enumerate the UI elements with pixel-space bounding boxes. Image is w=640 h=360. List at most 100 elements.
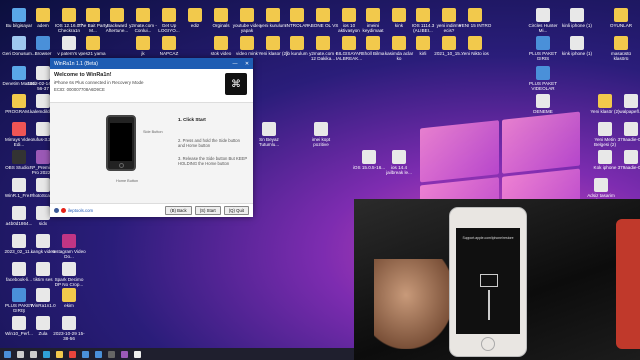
store-icon[interactable] xyxy=(82,350,89,358)
desktop-icon[interactable]: PLUS PAKET VIDEOLAR xyxy=(526,66,560,91)
desktop-icon-label: 379aadie-0... xyxy=(617,137,640,142)
search-icon[interactable] xyxy=(17,350,24,358)
desktop-icon[interactable]: imei kopt pozitive xyxy=(304,122,338,147)
desktop-icon-label: Spark Decimo DP No Crop... xyxy=(54,277,84,288)
desktop-icon[interactable]: PLUS PAKET GIRIS xyxy=(526,36,560,61)
winra1n-window: WinRa1n 1.1 (Beta) — ✕ Welcome to WinRa1… xyxy=(50,58,253,217)
desktop-icon[interactable]: masaüstü klasörü xyxy=(604,36,638,61)
desktop-icon-glyph xyxy=(536,36,550,50)
desktop-icon[interactable]: NAPCAZ xyxy=(152,36,186,56)
desktop-icon-glyph xyxy=(36,288,50,302)
edge-icon[interactable] xyxy=(43,350,50,358)
desktop-icon-glyph xyxy=(290,8,304,22)
desktop-icon[interactable]: Instagram Video Do... xyxy=(52,234,86,259)
desktop-icon-label: ios 14.4 jailbreak le... xyxy=(386,165,412,176)
camera-overlay: Support.apple.com/iphone/restore xyxy=(354,199,640,360)
desktop-icon-glyph xyxy=(62,8,76,22)
desktop-icon-glyph xyxy=(392,36,406,50)
red-phone-image xyxy=(616,219,640,349)
desktop-icon-glyph xyxy=(162,36,176,50)
facebook-icon[interactable] xyxy=(54,208,59,213)
desktop-icon-glyph xyxy=(362,150,376,164)
desktop-icon-glyph xyxy=(62,262,76,276)
back-button[interactable]: (B) Back xyxy=(165,206,192,215)
desktop-icon-glyph xyxy=(86,8,100,22)
minimize-button[interactable]: — xyxy=(229,61,241,67)
desktop-icon-glyph xyxy=(468,36,482,50)
desktop-icon-glyph xyxy=(316,8,330,22)
desktop-icon-glyph xyxy=(366,36,380,50)
desktop-icon-label: 379aadie-0... xyxy=(617,165,640,170)
app-header: Welcome to WinRa1n! iPhone 6s Plus conne… xyxy=(50,69,253,103)
desktop-icon-glyph xyxy=(12,206,26,220)
desktop-icon[interactable]: ekim xyxy=(52,288,86,308)
desktop-icon-label: kink iphone (1) xyxy=(561,51,593,56)
desktop-icon-glyph xyxy=(416,8,430,22)
taskbar xyxy=(0,348,354,360)
desktop-icon-glyph xyxy=(290,36,304,50)
desktop-icon-glyph xyxy=(86,36,100,50)
desktop-icon[interactable]: YENI 15 INTRO xyxy=(458,8,492,28)
desktop-icon-glyph xyxy=(36,66,50,80)
desktop-icon[interactable]: DENEME xyxy=(526,94,560,114)
desktop-icon-glyph xyxy=(12,122,26,136)
desktop-icon[interactable]: 379aadie-0... xyxy=(614,122,640,142)
desktop-icon-glyph xyxy=(62,288,76,302)
title-bar[interactable]: WinRa1n 1.1 (Beta) — ✕ xyxy=(50,58,253,69)
desktop-icon[interactable]: Circles Hunter Mi... xyxy=(526,8,560,33)
desktop-icon[interactable]: Spark Decimo DP No Crop... xyxy=(52,262,86,287)
desktop-icon[interactable]: 2023-10-29 15-38-56 xyxy=(52,316,86,341)
desktop-icon[interactable]: kink iphone (1) xyxy=(560,36,594,56)
desktop-icon-glyph xyxy=(12,36,26,50)
premiere-icon[interactable] xyxy=(121,350,128,358)
desktop-icon[interactable]: OYUNLAR xyxy=(604,8,638,28)
desktop-icon-label: ekim xyxy=(64,303,74,308)
desktop-icon-glyph xyxy=(12,234,26,248)
youtube-icon[interactable] xyxy=(61,208,66,213)
desktop-icon[interactable]: 379aadie-0... xyxy=(614,150,640,170)
desktop-icon-glyph xyxy=(262,122,276,136)
desktop-icon-glyph xyxy=(188,8,202,22)
desktop-icon[interactable]: Yeni Nikto ios xyxy=(458,36,492,56)
desktop-icon-glyph xyxy=(598,94,612,108)
home-button-label: Home Button xyxy=(116,179,139,183)
desktop-icon-glyph xyxy=(342,36,356,50)
desktop-icon-glyph xyxy=(12,178,26,192)
desktop-icon-glyph xyxy=(62,36,76,50)
desktop-icon-glyph xyxy=(536,8,550,22)
desktop-icon-glyph xyxy=(416,36,430,50)
desktop-icon-label: Instagram Video Do... xyxy=(52,249,86,260)
desktop-icon-label: iOS 15.0.5-16... xyxy=(352,165,386,170)
desktop-icon[interactable]: Sn Beyaz Tutumlu... xyxy=(252,122,286,147)
desktop-icon-glyph xyxy=(342,8,356,22)
desktop-icon-glyph xyxy=(36,262,50,276)
desktop-icon-glyph xyxy=(62,316,76,330)
desktop-icon-glyph xyxy=(598,150,612,164)
explorer-icon[interactable] xyxy=(56,350,63,358)
task-view-icon[interactable] xyxy=(30,350,37,358)
desktop-icon-label: PLUS PAKET VIDEOLAR xyxy=(529,81,557,92)
desktop-icon-glyph xyxy=(36,36,50,50)
desktop-icon[interactable]: kinli iphone (1) xyxy=(560,8,594,28)
desktop-icon-glyph xyxy=(624,150,638,164)
obs-icon[interactable] xyxy=(108,350,115,358)
quit-button[interactable]: (Q) Quit xyxy=(223,206,249,215)
start-icon[interactable] xyxy=(4,350,11,358)
mail-icon[interactable] xyxy=(95,350,102,358)
desktop-icon-glyph xyxy=(214,8,228,22)
chrome-icon[interactable] xyxy=(69,350,76,358)
desktop-icon[interactable]: walpapefl... xyxy=(614,94,640,114)
desktop-icon-label: YENI 15 INTRO xyxy=(458,23,492,28)
desktop-icon-glyph xyxy=(36,234,50,248)
iphone-illustration-icon xyxy=(106,115,136,171)
website-link[interactable]: ileptools.com xyxy=(68,208,93,213)
desktop-icon[interactable]: pes21 yama xyxy=(76,36,110,56)
start-button[interactable]: (S) Start xyxy=(194,206,221,215)
desktop-icon-glyph xyxy=(162,8,176,22)
desktop-icon-glyph xyxy=(12,316,26,330)
close-button[interactable]: ✕ xyxy=(241,61,253,67)
desktop-icon[interactable]: ios 14.4 jailbreak le... xyxy=(382,150,416,175)
winra1n-icon[interactable] xyxy=(134,350,141,358)
desktop-icon[interactable]: iOS 15.0.5-16... xyxy=(352,150,386,170)
desktop-icon-label: NAPCAZ xyxy=(159,51,179,56)
